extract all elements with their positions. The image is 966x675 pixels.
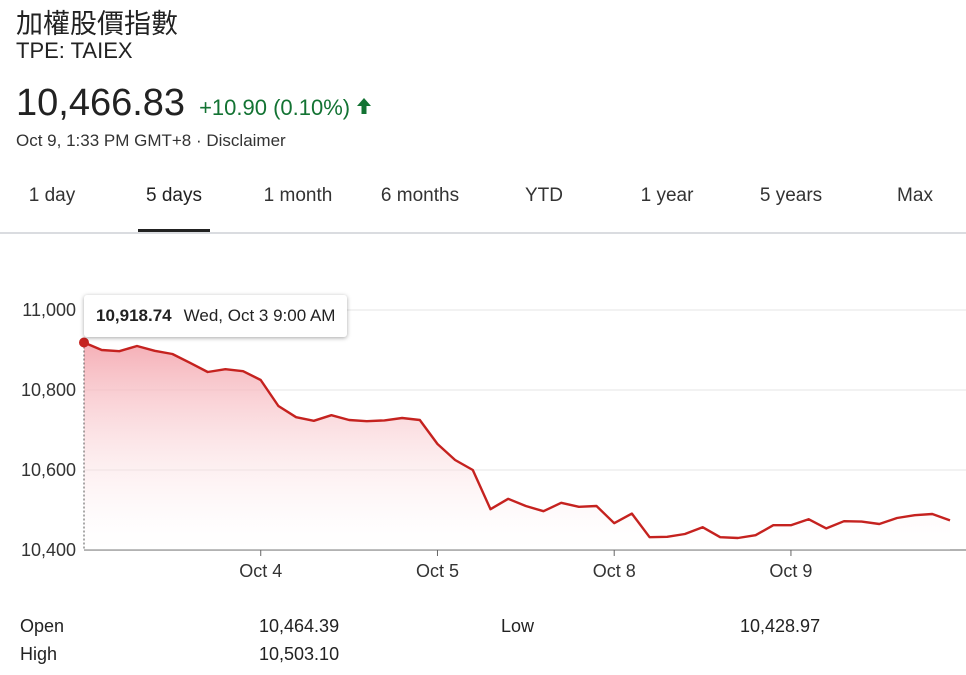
tab-1-day[interactable]: 1 day: [18, 168, 86, 230]
data-point: [470, 467, 476, 473]
price-row: 10,466.83 +10.90 (0.10%): [16, 82, 372, 125]
tab-1-year[interactable]: 1 year: [632, 168, 702, 230]
data-point: [505, 496, 511, 502]
timestamp-disclaimer[interactable]: Oct 9, 1:33 PM GMT+8 · Disclaimer: [16, 131, 286, 151]
data-point: [187, 360, 193, 366]
arrow-up-icon: [356, 95, 372, 121]
data-point: [169, 351, 175, 357]
tab-1-month[interactable]: 1 month: [256, 168, 340, 230]
x-tick-label: Oct 4: [239, 561, 282, 581]
data-point: [876, 521, 882, 527]
data-point: [328, 412, 334, 418]
data-point: [841, 518, 847, 524]
x-tick-label: Oct 5: [416, 561, 459, 581]
hover-tooltip: 10,918.74 Wed, Oct 3 9:00 AM: [84, 295, 348, 337]
data-point: [381, 417, 387, 423]
tab-6-months[interactable]: 6 months: [370, 168, 470, 230]
data-point: [558, 500, 564, 506]
data-point: [717, 534, 723, 540]
tooltip-datetime: Wed, Oct 3 9:00 AM: [183, 306, 336, 325]
stat-open-label: Open: [20, 616, 65, 636]
data-point: [311, 418, 317, 424]
data-point: [99, 347, 105, 353]
data-point: [894, 515, 900, 521]
data-point: [152, 348, 158, 354]
data-point: [576, 504, 582, 510]
data-point: [753, 532, 759, 538]
data-point: [629, 511, 635, 517]
data-point: [275, 403, 281, 409]
data-point: [364, 418, 370, 424]
tab-max[interactable]: Max: [886, 168, 944, 230]
data-point: [399, 415, 405, 421]
series-area: [84, 342, 950, 550]
data-point: [770, 522, 776, 528]
tab-ytd[interactable]: YTD: [514, 168, 574, 230]
data-point: [912, 512, 918, 518]
y-tick-label: 11,000: [22, 300, 76, 320]
data-point: [487, 506, 493, 512]
data-point: [700, 524, 706, 530]
hover-point: [79, 337, 89, 348]
data-point: [134, 343, 140, 349]
data-point: [346, 417, 352, 423]
data-point: [788, 522, 794, 528]
stat-high-value: 10,503.10: [259, 644, 340, 664]
stat-low-label: Low: [501, 616, 535, 636]
index-name: 加權股價指數: [16, 9, 178, 40]
data-point: [664, 534, 670, 540]
stat-high-label: High: [20, 644, 58, 664]
price-change: +10.90 (0.10%): [199, 95, 372, 121]
data-point: [735, 535, 741, 541]
data-point: [594, 503, 600, 509]
data-point: [929, 511, 935, 517]
data-point: [806, 516, 812, 522]
active-tab-indicator: [138, 229, 210, 232]
stat-open-value: 10,464.39: [259, 616, 340, 636]
data-point: [682, 531, 688, 537]
current-price: 10,466.83: [16, 82, 186, 124]
ticker-symbol: TPE: TAIEX: [16, 38, 133, 63]
data-point: [823, 525, 829, 531]
y-tick-label: 10,400: [21, 540, 76, 560]
data-point: [611, 520, 617, 526]
data-point: [947, 517, 953, 523]
y-tick-label: 10,800: [21, 380, 76, 400]
data-point: [523, 503, 529, 509]
y-tick-label: 10,600: [21, 460, 76, 480]
stat-low-value: 10,428.97: [740, 616, 821, 636]
data-point: [240, 368, 246, 374]
data-point: [859, 519, 865, 525]
tab-5-days[interactable]: 5 days: [138, 168, 210, 232]
tab-5-years[interactable]: 5 years: [750, 168, 832, 230]
x-tick-label: Oct 9: [769, 561, 812, 581]
data-point: [205, 369, 211, 375]
x-tick-label: Oct 8: [593, 561, 636, 581]
data-point: [293, 414, 299, 420]
tooltip-value: 10,918.74: [96, 306, 172, 325]
data-point: [541, 508, 547, 514]
range-tabs: 1 day 5 days 1 month 6 months YTD 1 year…: [0, 168, 966, 234]
change-text: +10.90 (0.10%): [199, 95, 351, 120]
data-point: [258, 377, 264, 383]
data-point: [116, 348, 122, 354]
data-point: [647, 534, 653, 540]
data-point: [452, 457, 458, 463]
data-point: [417, 417, 423, 423]
data-point: [222, 366, 228, 372]
data-point: [434, 441, 440, 447]
